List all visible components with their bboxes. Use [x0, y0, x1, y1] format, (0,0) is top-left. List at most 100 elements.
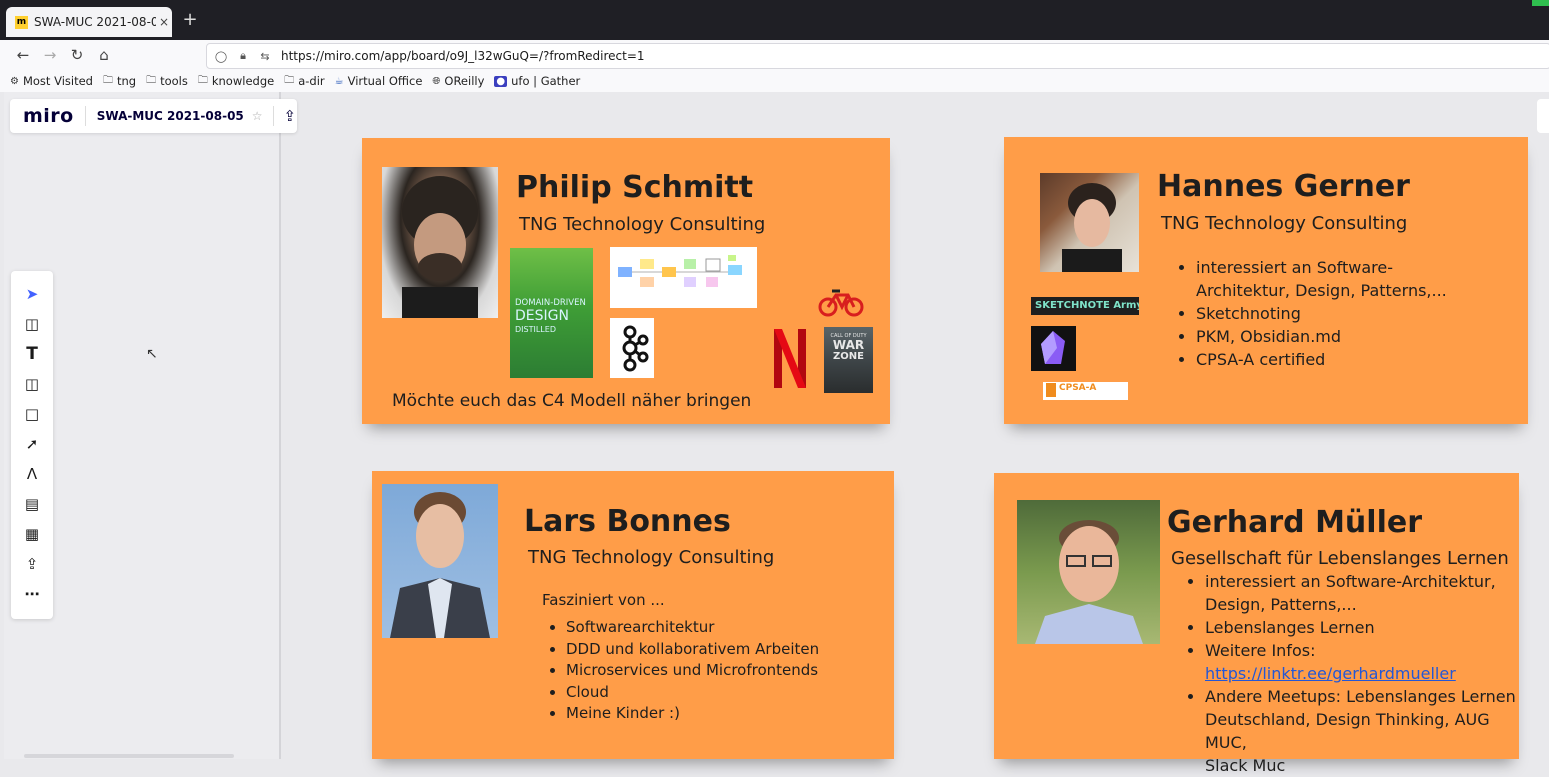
bullet-item: Cloud [566, 682, 819, 704]
templates-tool-icon[interactable]: ◫ [11, 310, 53, 338]
bookmark-label: a-dir [298, 74, 325, 88]
sticky-note-tool-icon[interactable]: ◫ [11, 370, 53, 398]
bullet-line: Deutschland, Design Thinking, AUG MUC, [1205, 710, 1490, 752]
miro-favicon-icon: m [15, 15, 28, 29]
bookmarks-bar: ⚙ Most Visited 🗀︎ tng 🗀︎ tools 🗀︎ knowledge … [0, 70, 1549, 93]
folder-icon: 🗀︎ [146, 74, 157, 86]
tab-close-icon[interactable]: × [156, 15, 172, 29]
board-name[interactable]: SWA-MUC 2021-08-05 [97, 109, 244, 123]
bullet-line: Design, Patterns,... [1205, 595, 1357, 614]
frame-tool-icon[interactable]: ▦ [11, 520, 53, 548]
card-lars-bonnes[interactable]: Lars Bonnes TNG Technology Consulting Fa… [372, 471, 894, 759]
warzone-game-cover[interactable]: CALL OF DUTY WAR ZONE [824, 327, 873, 393]
home-icon[interactable]: ⌂ [93, 44, 115, 66]
bookmark-a-dir[interactable]: 🗀︎ a-dir [284, 73, 324, 90]
more-tools-icon[interactable]: ⋯ [11, 580, 53, 608]
bullet-item-continued: Architektur, Design, Patterns,... [1196, 281, 1447, 300]
text-tool-icon[interactable]: T [11, 340, 53, 368]
pen-tool-icon[interactable]: Λ [11, 460, 53, 488]
url-text[interactable]: https://miro.com/app/board/o9J_l32wGuQ=/… [281, 49, 645, 63]
obsidian-logo-icon[interactable] [1031, 326, 1076, 371]
shape-tool-icon[interactable]: □ [11, 400, 53, 428]
export-icon[interactable]: ⇪ [284, 107, 297, 125]
cpsa-badge-icon [1046, 383, 1056, 397]
photo-gerhard[interactable] [1017, 500, 1160, 644]
permissions-icon[interactable]: ⇆ [257, 50, 273, 63]
bullet-item: Meine Kinder :) [566, 703, 819, 725]
window-indicator [1532, 0, 1549, 6]
bookmark-gather[interactable]: ● ufo | Gather [494, 74, 580, 88]
person-name: Gerhard Müller [1167, 505, 1422, 540]
bullet-item: Weitere Infos: https://linktr.ee/gerhardm… [1205, 639, 1519, 685]
bookmark-tools[interactable]: 🗀︎ tools [146, 73, 188, 90]
person-company: TNG Technology Consulting [1161, 213, 1408, 234]
bookmark-tng[interactable]: 🗀︎ tng [103, 73, 136, 90]
right-toolbar-edge[interactable] [1537, 99, 1549, 133]
browser-tab-bar [0, 0, 1549, 40]
kafka-logo-icon[interactable] [610, 318, 654, 378]
person-company: TNG Technology Consulting [519, 214, 766, 235]
book-title-line: DESIGN [515, 308, 569, 324]
bookmark-label: ufo | Gather [511, 74, 581, 88]
folder-icon: 🗀︎ [102, 74, 113, 86]
person-name: Lars Bonnes [524, 504, 731, 539]
miro-logo[interactable]: miro [23, 105, 74, 127]
divider [272, 106, 274, 126]
bullet-item: interessiert an Software-Architektur, Des… [1205, 570, 1519, 616]
browser-tab[interactable]: m SWA-MUC 2021-08-05, O × [6, 7, 172, 37]
folder-icon: 🗀︎ [197, 74, 208, 86]
arrow-tool-icon[interactable]: ➚ [11, 430, 53, 458]
ddd-book-cover[interactable]: DOMAIN-DRIVEN DESIGN DISTILLED [510, 248, 593, 378]
gear-icon: ⚙ [10, 75, 19, 87]
bullet-item: Microservices und Microfrontends [566, 660, 819, 682]
bullet-item: CPSA-A certified [1196, 348, 1447, 371]
folder-icon: 🗀︎ [284, 74, 295, 86]
card-hannes-gerner[interactable]: Hannes Gerner TNG Technology Consulting … [1004, 137, 1528, 424]
card-text: Möchte euch das C4 Modell näher bringen [392, 391, 752, 411]
bookmark-knowledge[interactable]: 🗀︎ knowledge [198, 73, 274, 90]
new-tab-button[interactable]: + [180, 10, 200, 30]
bullet-item: Lebenslanges Lernen [1205, 616, 1519, 639]
select-tool-icon[interactable]: ➤ [11, 280, 53, 308]
forward-arrow-icon[interactable]: → [39, 44, 61, 66]
photo-philip[interactable] [382, 167, 498, 318]
photo-hannes[interactable] [1040, 173, 1139, 272]
lock-icon[interactable]: 🔒︎ [235, 49, 251, 63]
bullet-list: interessiert an Software-Architektur, Des… [1181, 570, 1519, 777]
linktree-link[interactable]: https://linktr.ee/gerhardmueller [1205, 664, 1456, 683]
person-name: Hannes Gerner [1157, 169, 1410, 204]
bookmark-label: tools [160, 74, 188, 88]
person-name: Philip Schmitt [516, 170, 754, 205]
sketchnote-army-logo[interactable]: SKETCHNOTE Army [1031, 297, 1139, 315]
bookmark-virtual-office[interactable]: ☕︎ Virtual Office [335, 74, 423, 88]
bullet-line: interessiert an Software-Architektur, [1205, 572, 1496, 591]
bullet-item: Andere Meetups: Lebenslanges Lernen Deuts… [1205, 685, 1519, 777]
address-bar[interactable]: ◯ 🔒︎ ⇆ https://miro.com/app/board/o9J_l3… [206, 43, 1549, 69]
cpsa-certificate-logo[interactable]: CPSA-A [1043, 382, 1128, 400]
upload-tool-icon[interactable]: ⇪ [11, 550, 53, 578]
bullet-line: Andere Meetups: Lebenslanges Lernen [1205, 687, 1516, 706]
star-icon[interactable]: ☆ [252, 109, 263, 123]
creation-toolbar: ➤ ◫ T ◫ □ ➚ Λ ▤ ▦ ⇪ ⋯ [11, 271, 53, 619]
bicycle-icon [818, 285, 864, 319]
card-philip-schmitt[interactable]: Philip Schmitt TNG Technology Consulting… [362, 138, 890, 424]
person-company: TNG Technology Consulting [528, 547, 775, 568]
cpsa-label: CPSA-A [1059, 383, 1097, 393]
card-gerhard-mueller[interactable]: Gerhard Müller Gesellschaft für Lebensla… [994, 473, 1519, 775]
bookmark-label: Most Visited [22, 74, 93, 88]
bookmark-most-visited[interactable]: ⚙ Most Visited [10, 74, 93, 88]
shield-icon[interactable]: ◯ [213, 50, 229, 63]
reload-icon[interactable]: ↻ [66, 44, 88, 66]
horizontal-scrollbar[interactable] [24, 754, 234, 758]
bookmark-label: OReilly [444, 74, 485, 88]
tab-title: SWA-MUC 2021-08-05, O [34, 15, 156, 29]
c4-diagram-image[interactable] [610, 247, 757, 308]
person-company: Gesellschaft für Lebenslanges Lernen [1171, 548, 1509, 569]
back-arrow-icon[interactable]: ← [12, 44, 34, 66]
comment-tool-icon[interactable]: ▤ [11, 490, 53, 518]
photo-lars[interactable] [382, 484, 498, 638]
netflix-logo-icon [772, 327, 808, 390]
game-title-line: WAR [832, 338, 865, 352]
cup-icon: ☕︎ [334, 75, 344, 87]
bookmark-oreilly[interactable]: 🌐︎ OReilly [432, 74, 484, 88]
